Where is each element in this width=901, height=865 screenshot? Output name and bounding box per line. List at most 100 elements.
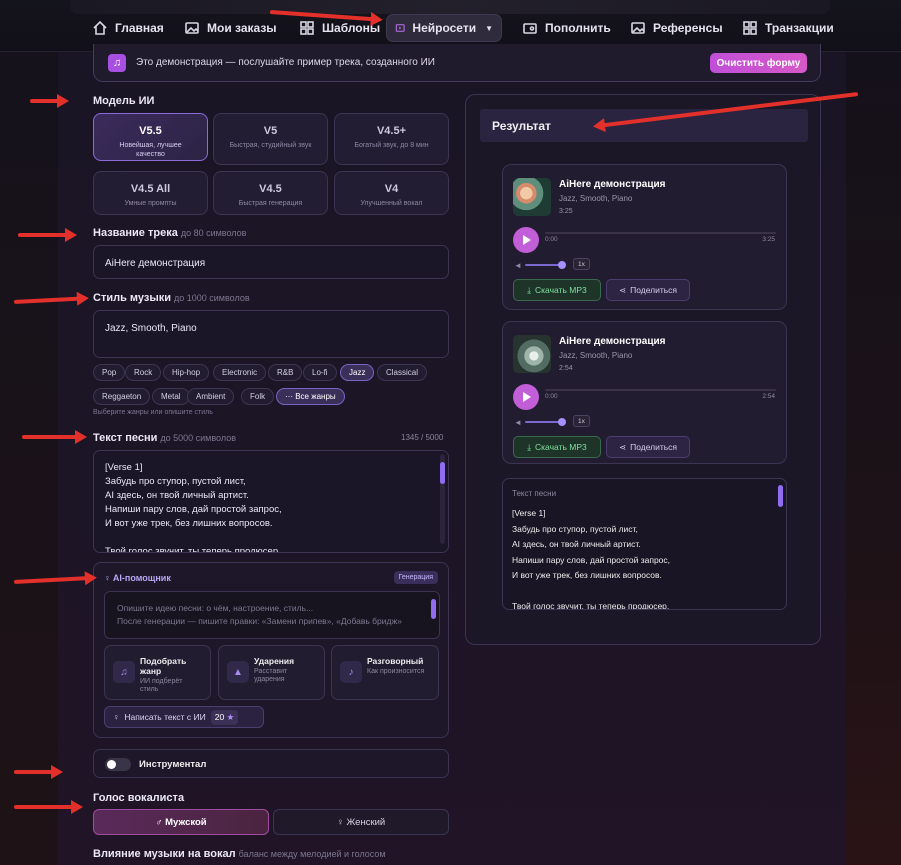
volume-knob[interactable] (558, 261, 566, 269)
nav-references[interactable]: Референсы (622, 14, 731, 42)
volume-slider[interactable] (525, 264, 561, 266)
lyrics-scroll-thumb[interactable] (440, 462, 445, 484)
download-icon: ⤓ (527, 284, 532, 295)
instrumental-row: Инструментал (93, 749, 449, 778)
left-backdrop (0, 0, 60, 865)
image-icon (631, 22, 645, 34)
image-icon (185, 22, 199, 34)
track-card: AiHere демонстрация Jazz, Smooth, Piano … (502, 321, 787, 464)
nav-neural[interactable]: Нейросети ▼ (386, 14, 502, 42)
wallet-icon (523, 23, 537, 34)
annotation-arrow (14, 765, 63, 779)
genre-chip-lofi[interactable]: Lo-fi (303, 364, 337, 381)
model-option-v4[interactable]: V4 Улучшенный вокал (334, 171, 449, 215)
nav-topup[interactable]: Пополнить (514, 14, 619, 42)
vocalist-label: Голос вокалиста (93, 792, 185, 804)
ai-prompt-scroll-thumb[interactable] (431, 599, 436, 619)
lightbulb-icon: ♀ (104, 573, 111, 583)
volume-icon: ◄ (514, 418, 522, 427)
all-genres-button[interactable]: ··· Все жанры (276, 388, 345, 405)
model-option-v4-5-all[interactable]: V4.5 All Умные промпты (93, 171, 208, 215)
style-input[interactable]: Jazz, Smooth, Piano (93, 310, 449, 358)
lightbulb-icon: ♀ (113, 712, 120, 722)
nav-label: Референсы (653, 21, 723, 35)
download-mp3-button[interactable]: ⤓ Скачать MP3 (513, 279, 601, 301)
volume-slider[interactable] (525, 421, 561, 423)
annotation-arrow (30, 94, 69, 108)
track-name-input[interactable]: AiHere демонстрация (93, 245, 449, 279)
nav-label: Пополнить (545, 21, 611, 35)
demo-text: Это демонстрация — послушайте пример тре… (136, 57, 435, 68)
volume-icon: ◄ (514, 261, 522, 270)
share-button[interactable]: ⋖ Поделиться (606, 279, 690, 301)
result-lyrics-scroll-thumb[interactable] (778, 485, 783, 507)
model-option-v4-5-plus[interactable]: V4.5+ Богатый звук, до 8 мин (334, 113, 449, 165)
generation-badge: Генерация (393, 571, 438, 584)
accent-icon: ▲ (227, 661, 249, 683)
volume-knob[interactable] (558, 418, 566, 426)
ai-helper-panel: ♀ AI-помощник Генерация Опишите идею пес… (93, 562, 449, 738)
style-label: Стиль музыки до 1000 символов (93, 292, 250, 304)
instrumental-switch[interactable] (105, 758, 131, 771)
annotation-arrow (14, 800, 83, 814)
genre-chip-ambient[interactable]: Ambient (187, 388, 235, 405)
result-lyrics-box[interactable]: Текст песни [Verse 1] Забудь про ступор,… (502, 478, 787, 610)
influence-label: Влияние музыки на вокал баланс между мело… (93, 848, 386, 860)
speed-button[interactable]: 1x (573, 258, 590, 270)
model-option-v5[interactable]: V5 Быстрая, студийный звук (213, 113, 328, 165)
clear-form-button[interactable]: Очистить форму (710, 53, 807, 73)
voice-male-button[interactable]: ♂ Мужской (93, 809, 269, 835)
ai-helper-title: ♀ AI-помощник (104, 573, 171, 583)
home-icon (93, 20, 107, 35)
genre-chip-folk[interactable]: Folk (241, 388, 275, 405)
progress-bar[interactable] (545, 389, 776, 391)
track-card: AiHere демонстрация Jazz, Smooth, Piano … (502, 164, 787, 310)
track-name-label: Название трека до 80 символов (93, 227, 247, 239)
colloquial-button[interactable]: ♪ Разговорный Как произносится (331, 645, 439, 700)
style-helper-text: Выберите жанры или опишите стиль (93, 409, 213, 416)
model-option-v4-5[interactable]: V4.5 Быстрая генерация (213, 171, 328, 215)
genre-chip-reggaeton[interactable]: Reggaeton (93, 388, 151, 405)
instrumental-label: Инструментал (139, 759, 207, 770)
genre-chip-hiphop[interactable]: Hip-hop (163, 364, 210, 381)
play-button[interactable] (513, 227, 539, 253)
download-mp3-button[interactable]: ⤓ Скачать MP3 (513, 436, 601, 458)
result-panel: Результат AiHere демонстрация Jazz, Smoo… (465, 94, 821, 645)
genre-chip-classical[interactable]: Classical (377, 364, 428, 381)
music-note-icon: ♫ (108, 53, 126, 72)
play-icon (395, 24, 405, 32)
track-cover-image (513, 178, 551, 216)
write-lyrics-ai-button[interactable]: ♀ Написать текст с ИИ 20 ★ (104, 706, 264, 728)
genre-chip-pop[interactable]: Pop (93, 364, 126, 381)
voice-female-button[interactable]: ♀ Женский (273, 809, 449, 835)
music-note-icon: ♫ (113, 661, 135, 683)
genre-chip-metal[interactable]: Metal (152, 388, 190, 405)
lyrics-textarea[interactable]: [Verse 1] Забудь про ступор, пустой лист… (93, 450, 449, 553)
share-button[interactable]: ⋖ Поделиться (606, 436, 690, 458)
grid-icon (743, 21, 757, 35)
genre-chip-jazz[interactable]: Jazz (340, 364, 375, 381)
speed-button[interactable]: 1x (573, 415, 590, 427)
ai-prompt-input[interactable]: Опишите идею песни: о чём, настроение, с… (104, 591, 440, 639)
genre-chip-electronic[interactable]: Electronic (213, 364, 267, 381)
nav-home[interactable]: Главная (84, 14, 172, 42)
genre-chip-rnb[interactable]: R&B (268, 364, 303, 381)
pick-genre-button[interactable]: ♫ Подобрать жанр ИИ подберёт стиль (104, 645, 211, 700)
nav-orders[interactable]: Мои заказы (176, 14, 285, 42)
nav-label: Нейросети (412, 21, 477, 35)
star-icon: ★ (226, 711, 235, 722)
accents-button[interactable]: ▲ Ударения Расставит ударения (218, 645, 325, 700)
nav-label: Транзакции (765, 21, 834, 35)
model-option-v5-5[interactable]: V5.5 Новейшая, лучшее качество (93, 113, 208, 161)
result-title: Результат (480, 109, 808, 142)
nav-transactions[interactable]: Транзакции (734, 14, 842, 42)
annotation-arrow (22, 430, 87, 444)
progress-bar[interactable] (545, 232, 776, 234)
microphone-icon: ♪ (340, 661, 362, 683)
nav-label: Мои заказы (207, 21, 277, 35)
play-button[interactable] (513, 384, 539, 410)
genre-chip-rock[interactable]: Rock (125, 364, 162, 381)
share-icon: ⋖ (618, 284, 627, 295)
track-cover-image (513, 335, 551, 373)
nav-label: Главная (115, 21, 164, 35)
